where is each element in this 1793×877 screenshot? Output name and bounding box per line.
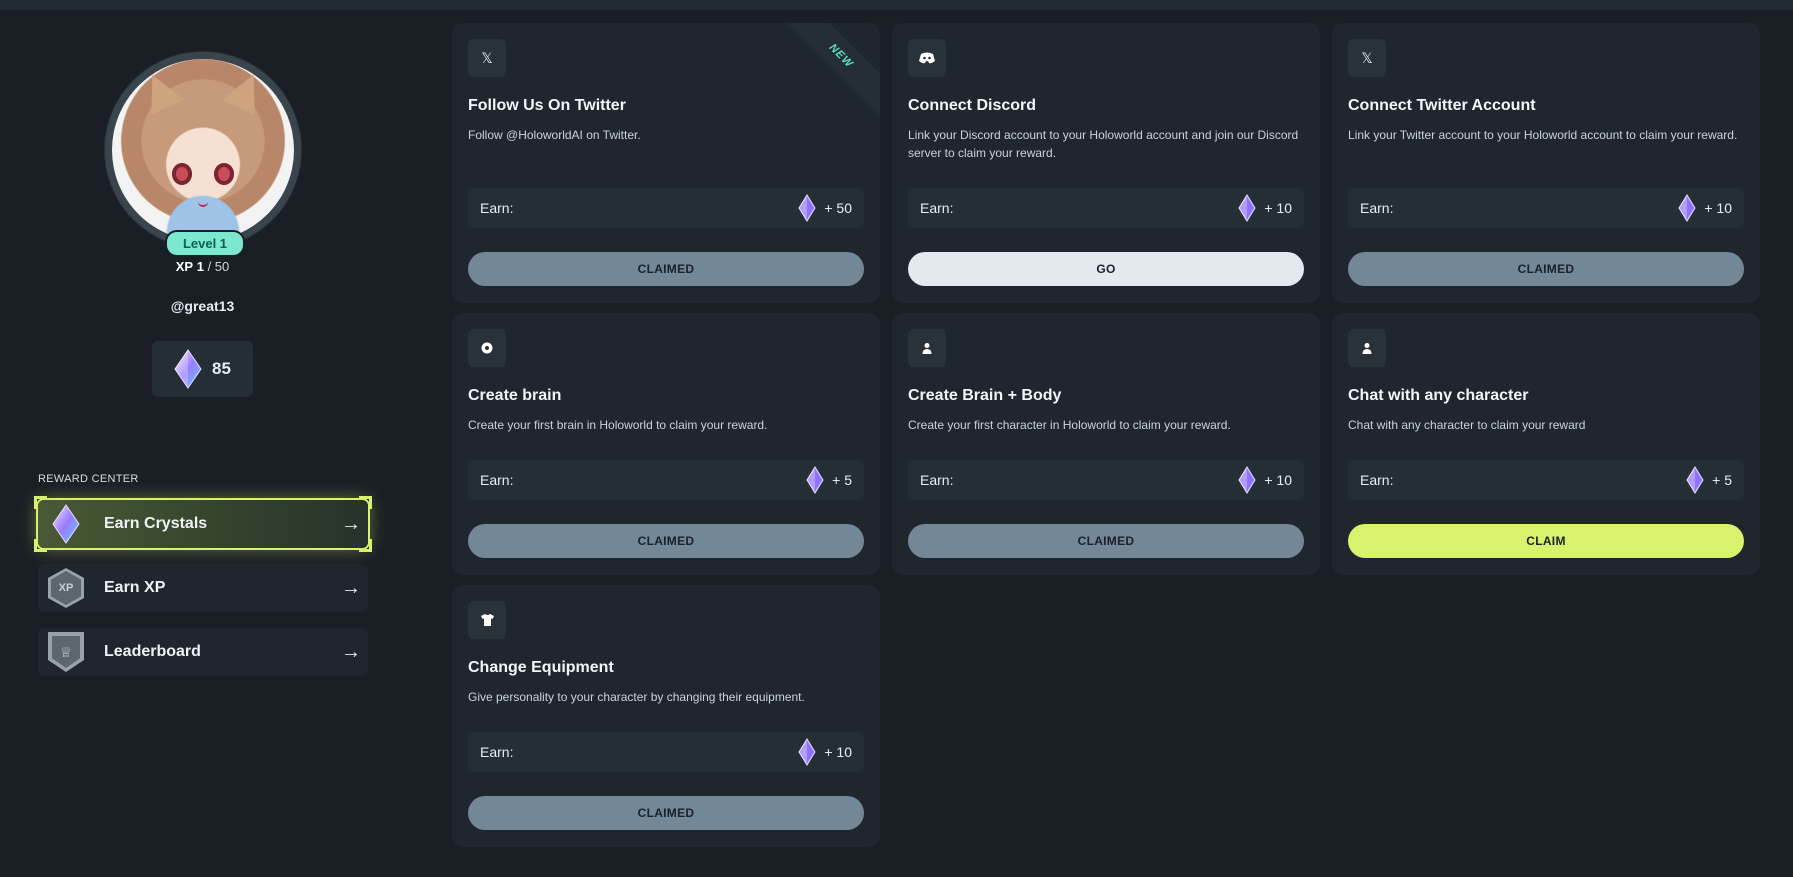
crystal-icon xyxy=(798,738,816,766)
level-badge: Level 1 xyxy=(165,230,245,257)
arrow-right-icon: → xyxy=(341,640,361,663)
earn-row: Earn: + 10 xyxy=(468,732,864,772)
earn-label: Earn: xyxy=(920,200,954,216)
reward-amount: + 5 xyxy=(1712,472,1732,488)
profile-sidebar: Level 1 XP 1 / 50 @great13 85 REWARD CEN… xyxy=(0,10,410,877)
reward-amount: + 10 xyxy=(1264,200,1292,216)
claimed-button[interactable]: CLAIMED xyxy=(1348,252,1744,286)
task-title: Connect Discord xyxy=(908,97,1037,114)
earn-label: Earn: xyxy=(480,744,514,760)
earn-label: Earn: xyxy=(480,200,514,216)
reward-amount: + 10 xyxy=(824,744,852,760)
task-card-follow-twitter: NEW 𝕏 Follow Us On Twitter Follow @Holow… xyxy=(452,23,880,303)
earn-row: Earn: + 5 xyxy=(1348,460,1744,500)
crystal-icon xyxy=(1238,466,1256,494)
claimed-button[interactable]: CLAIMED xyxy=(468,524,864,558)
task-description: Link your Discord account to your Holowo… xyxy=(908,128,1299,160)
claimed-button[interactable]: CLAIMED xyxy=(908,524,1304,558)
avatar-image xyxy=(112,59,294,241)
nav-label: Earn Crystals xyxy=(104,515,208,532)
character-icon xyxy=(1348,329,1386,367)
task-title: Follow Us On Twitter xyxy=(468,97,626,114)
nav-leaderboard[interactable]: ♕ Leaderboard → xyxy=(38,628,368,676)
earn-label: Earn: xyxy=(480,472,514,488)
task-description: Give personality to your character by ch… xyxy=(468,690,805,704)
task-title: Change Equipment xyxy=(468,659,614,676)
character-icon xyxy=(908,329,946,367)
earn-label: Earn: xyxy=(920,472,954,488)
earn-row: Earn: + 50 xyxy=(468,188,864,228)
crystal-icon xyxy=(174,349,202,389)
task-card-chat-character: Chat with any character Chat with any ch… xyxy=(1332,313,1760,575)
reward-amount: + 10 xyxy=(1704,200,1732,216)
reward-amount: + 5 xyxy=(832,472,852,488)
crystal-icon xyxy=(798,194,816,222)
crystal-balance: 85 xyxy=(152,341,253,397)
task-description: Chat with any character to claim your re… xyxy=(1348,418,1586,432)
task-card-create-brain-body: Create Brain + Body Create your first ch… xyxy=(892,313,1320,575)
task-card-connect-twitter: 𝕏 Connect Twitter Account Link your Twit… xyxy=(1332,23,1760,303)
xp-max: / 50 xyxy=(207,259,230,274)
shirt-icon xyxy=(468,601,506,639)
new-badge: NEW xyxy=(777,23,880,120)
crystal-icon xyxy=(1686,466,1704,494)
earn-row: Earn: + 10 xyxy=(1348,188,1744,228)
nav-label: Earn XP xyxy=(104,579,166,596)
arrow-right-icon: → xyxy=(341,576,361,599)
task-title: Create Brain + Body xyxy=(908,387,1062,404)
claimed-button[interactable]: CLAIMED xyxy=(468,252,864,286)
nav-label: Leaderboard xyxy=(104,643,201,660)
earn-label: Earn: xyxy=(1360,472,1394,488)
xp-badge-icon: XP xyxy=(42,564,90,612)
brain-icon xyxy=(468,329,506,367)
task-card-change-equipment: Change Equipment Give personality to you… xyxy=(452,585,880,847)
task-title: Create brain xyxy=(468,387,562,404)
claim-button[interactable]: CLAIM xyxy=(1348,524,1744,558)
crystal-icon xyxy=(806,466,824,494)
go-button[interactable]: GO xyxy=(908,252,1304,286)
discord-icon xyxy=(908,39,946,77)
nav-earn-xp[interactable]: XP Earn XP → xyxy=(38,564,368,612)
xp-progress-text: XP 1 / 50 xyxy=(0,259,405,274)
username: @great13 xyxy=(170,298,235,314)
reward-amount: + 50 xyxy=(824,200,852,216)
earn-row: Earn: + 10 xyxy=(908,188,1304,228)
reward-amount: + 10 xyxy=(1264,472,1292,488)
crystal-icon xyxy=(1678,194,1696,222)
task-description: Follow @HoloworldAI on Twitter. xyxy=(468,128,641,142)
task-description: Create your first character in Holoworld… xyxy=(908,418,1231,432)
task-description: Create your first brain in Holoworld to … xyxy=(468,418,768,432)
task-title: Chat with any character xyxy=(1348,387,1529,404)
task-card-create-brain: Create brain Create your first brain in … xyxy=(452,313,880,575)
xp-current: 1 xyxy=(196,259,204,274)
top-bar xyxy=(0,0,1793,10)
earn-row: Earn: + 10 xyxy=(908,460,1304,500)
reward-center-label: REWARD CENTER xyxy=(38,473,139,485)
earn-label: Earn: xyxy=(1360,200,1394,216)
task-card-connect-discord: Connect Discord Link your Discord accoun… xyxy=(892,23,1320,303)
xp-prefix: XP xyxy=(175,259,194,274)
crown-shield-icon: ♕ xyxy=(42,628,90,676)
crystal-icon xyxy=(42,500,90,548)
arrow-right-icon: → xyxy=(341,512,361,535)
earn-row: Earn: + 5 xyxy=(468,460,864,500)
task-title: Connect Twitter Account xyxy=(1348,97,1536,114)
x-logo-icon: 𝕏 xyxy=(468,39,506,77)
avatar[interactable] xyxy=(105,52,301,248)
task-description: Link your Twitter account to your Holowo… xyxy=(1348,128,1738,142)
x-logo-icon: 𝕏 xyxy=(1348,39,1386,77)
nav-earn-crystals[interactable]: Earn Crystals → xyxy=(34,496,372,552)
crystal-count: 85 xyxy=(212,359,231,378)
claimed-button[interactable]: CLAIMED xyxy=(468,796,864,830)
crystal-icon xyxy=(1238,194,1256,222)
